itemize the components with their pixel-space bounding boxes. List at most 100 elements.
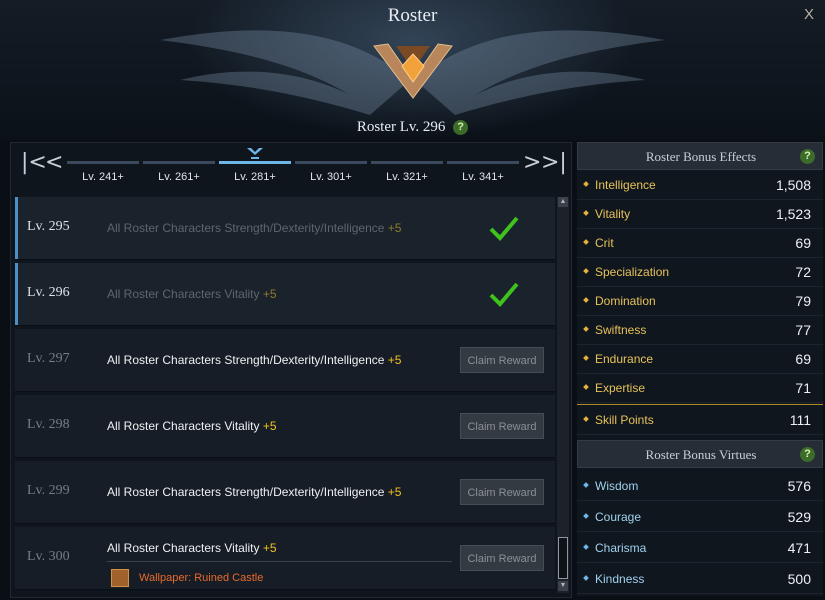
stat-value: 71 xyxy=(795,380,811,396)
reward-row: Lv. 295 All Roster Characters Strength/D… xyxy=(15,197,555,260)
claimed-indicator xyxy=(15,263,18,325)
tab-bar xyxy=(143,161,215,164)
stat-row-crit: Crit 69 xyxy=(577,228,823,258)
first-page-icon[interactable]: |< xyxy=(21,151,47,175)
virtue-value: 500 xyxy=(787,571,811,587)
stat-row-skill-points: Skill Points 111 xyxy=(577,404,823,435)
claim-reward-button[interactable]: Claim Reward xyxy=(460,413,544,439)
claim-reward-button[interactable]: Claim Reward xyxy=(460,545,544,571)
current-tab-marker-icon xyxy=(247,148,263,159)
reward-bonus: +5 xyxy=(262,419,277,433)
virtue-name: Courage xyxy=(595,510,642,524)
scroll-thumb[interactable] xyxy=(558,537,568,579)
tab-bar xyxy=(67,161,139,164)
tab-level-281[interactable]: Lv. 281+ xyxy=(219,148,291,189)
stat-row-endurance: Endurance 69 xyxy=(577,344,823,374)
bullet-icon xyxy=(583,326,589,332)
bullet-icon xyxy=(583,384,589,390)
bonus-virtues-header: Roster Bonus Virtues ? xyxy=(577,440,823,468)
bullet-icon xyxy=(583,575,589,581)
tab-label: Lv. 301+ xyxy=(310,171,352,183)
bullet-icon xyxy=(583,513,589,519)
reward-level: Lv. 296 xyxy=(27,285,70,300)
prev-page-icon[interactable]: < xyxy=(45,151,63,175)
stat-name: Specialization xyxy=(595,265,670,279)
tab-level-241[interactable]: Lv. 241+ xyxy=(67,159,139,189)
tab-level-261[interactable]: Lv. 261+ xyxy=(143,159,215,189)
virtue-name: Wisdom xyxy=(595,479,639,493)
help-icon[interactable]: ? xyxy=(800,149,815,164)
help-icon[interactable]: ? xyxy=(453,120,469,136)
virtue-value: 576 xyxy=(787,478,811,494)
claim-reward-button[interactable]: Claim Reward xyxy=(460,479,544,505)
reward-level: Lv. 299 xyxy=(27,483,70,498)
reward-description: All Roster Characters Vitality +5 xyxy=(107,287,277,301)
stat-name: Domination xyxy=(595,294,656,308)
claim-reward-button[interactable]: Claim Reward xyxy=(460,347,544,373)
tab-label: Lv. 281+ xyxy=(234,171,276,183)
bullet-icon xyxy=(583,544,589,550)
virtue-row-kindness: Kindness 500 xyxy=(577,564,823,594)
roster-level-label: Roster Lv. 296 ? xyxy=(0,119,825,136)
reward-level: Lv. 300 xyxy=(27,549,70,564)
roster-level-text: Roster Lv. 296 xyxy=(356,119,446,135)
scroll-down-icon[interactable]: ▼ xyxy=(558,581,568,591)
virtue-name: Charisma xyxy=(595,541,647,555)
virtue-row-charisma: Charisma 471 xyxy=(577,533,823,563)
stat-value: 69 xyxy=(795,351,811,367)
tab-label: Lv. 261+ xyxy=(158,171,200,183)
reward-text: All Roster Characters Strength/Dexterity… xyxy=(107,353,385,367)
virtue-row-courage: Courage 529 xyxy=(577,502,823,532)
window-title: Roster xyxy=(387,5,438,26)
reward-row: Lv. 298 All Roster Characters Vitality +… xyxy=(15,395,555,458)
reward-description: All Roster Characters Strength/Dexterity… xyxy=(107,485,401,499)
stat-value: 1,508 xyxy=(775,177,811,193)
stat-row-swiftness: Swiftness 77 xyxy=(577,315,823,345)
stat-name: Skill Points xyxy=(595,413,654,427)
stat-value: 1,523 xyxy=(775,206,811,222)
reward-panel: |< < Lv. 241+ Lv. 261+ Lv. 281+ Lv. 301+… xyxy=(10,142,572,598)
tab-level-301[interactable]: Lv. 301+ xyxy=(295,159,367,189)
help-icon[interactable]: ? xyxy=(800,447,815,462)
stat-row-specialization: Specialization 72 xyxy=(577,257,823,287)
bullet-icon xyxy=(583,416,589,422)
stat-value: 69 xyxy=(795,235,811,251)
scrollbar[interactable]: ▲ ▼ xyxy=(557,197,569,593)
check-icon xyxy=(489,282,519,307)
tab-label: Lv. 341+ xyxy=(462,171,504,183)
bullet-icon xyxy=(583,181,589,187)
reward-row: Lv. 300 All Roster Characters Vitality +… xyxy=(15,527,555,590)
bonus-effects-title: Roster Bonus Effects xyxy=(645,149,757,164)
reward-list: Lv. 295 All Roster Characters Strength/D… xyxy=(11,195,559,595)
tab-bar xyxy=(447,161,519,164)
last-page-icon[interactable]: >| xyxy=(541,151,567,175)
stat-row-expertise: Expertise 71 xyxy=(577,373,823,403)
wallpaper-item-icon[interactable] xyxy=(111,569,129,587)
reward-bonus: +5 xyxy=(387,485,402,499)
roster-emblem-icon xyxy=(373,43,453,99)
stat-row-domination: Domination 79 xyxy=(577,286,823,316)
stat-value: 77 xyxy=(795,322,811,338)
virtue-name: Kindness xyxy=(595,572,645,586)
reward-text: All Roster Characters Strength/Dexterity… xyxy=(107,221,385,235)
next-page-icon[interactable]: > xyxy=(523,151,541,175)
bullet-icon xyxy=(583,355,589,361)
reward-bonus: +5 xyxy=(262,541,277,555)
bullet-icon xyxy=(583,268,589,274)
reward-bonus: +5 xyxy=(387,353,402,367)
reward-bonus: +5 xyxy=(262,287,277,301)
reward-description: All Roster Characters Vitality +5 xyxy=(107,419,277,433)
stat-name: Swiftness xyxy=(595,323,647,337)
tab-level-341[interactable]: Lv. 341+ xyxy=(447,159,519,189)
bullet-icon xyxy=(583,210,589,216)
reward-text: All Roster Characters Vitality xyxy=(107,419,260,433)
bonus-virtues-title: Roster Bonus Virtues xyxy=(645,447,757,462)
reward-bonus: +5 xyxy=(387,221,402,235)
reward-text: All Roster Characters Vitality xyxy=(107,287,260,301)
scroll-up-icon[interactable]: ▲ xyxy=(558,197,568,207)
tab-level-321[interactable]: Lv. 321+ xyxy=(371,159,443,189)
reward-description: All Roster Characters Vitality +5 xyxy=(107,541,277,555)
tab-label: Lv. 321+ xyxy=(386,171,428,183)
close-button[interactable]: X xyxy=(804,6,814,23)
reward-row: Lv. 297 All Roster Characters Strength/D… xyxy=(15,329,555,392)
